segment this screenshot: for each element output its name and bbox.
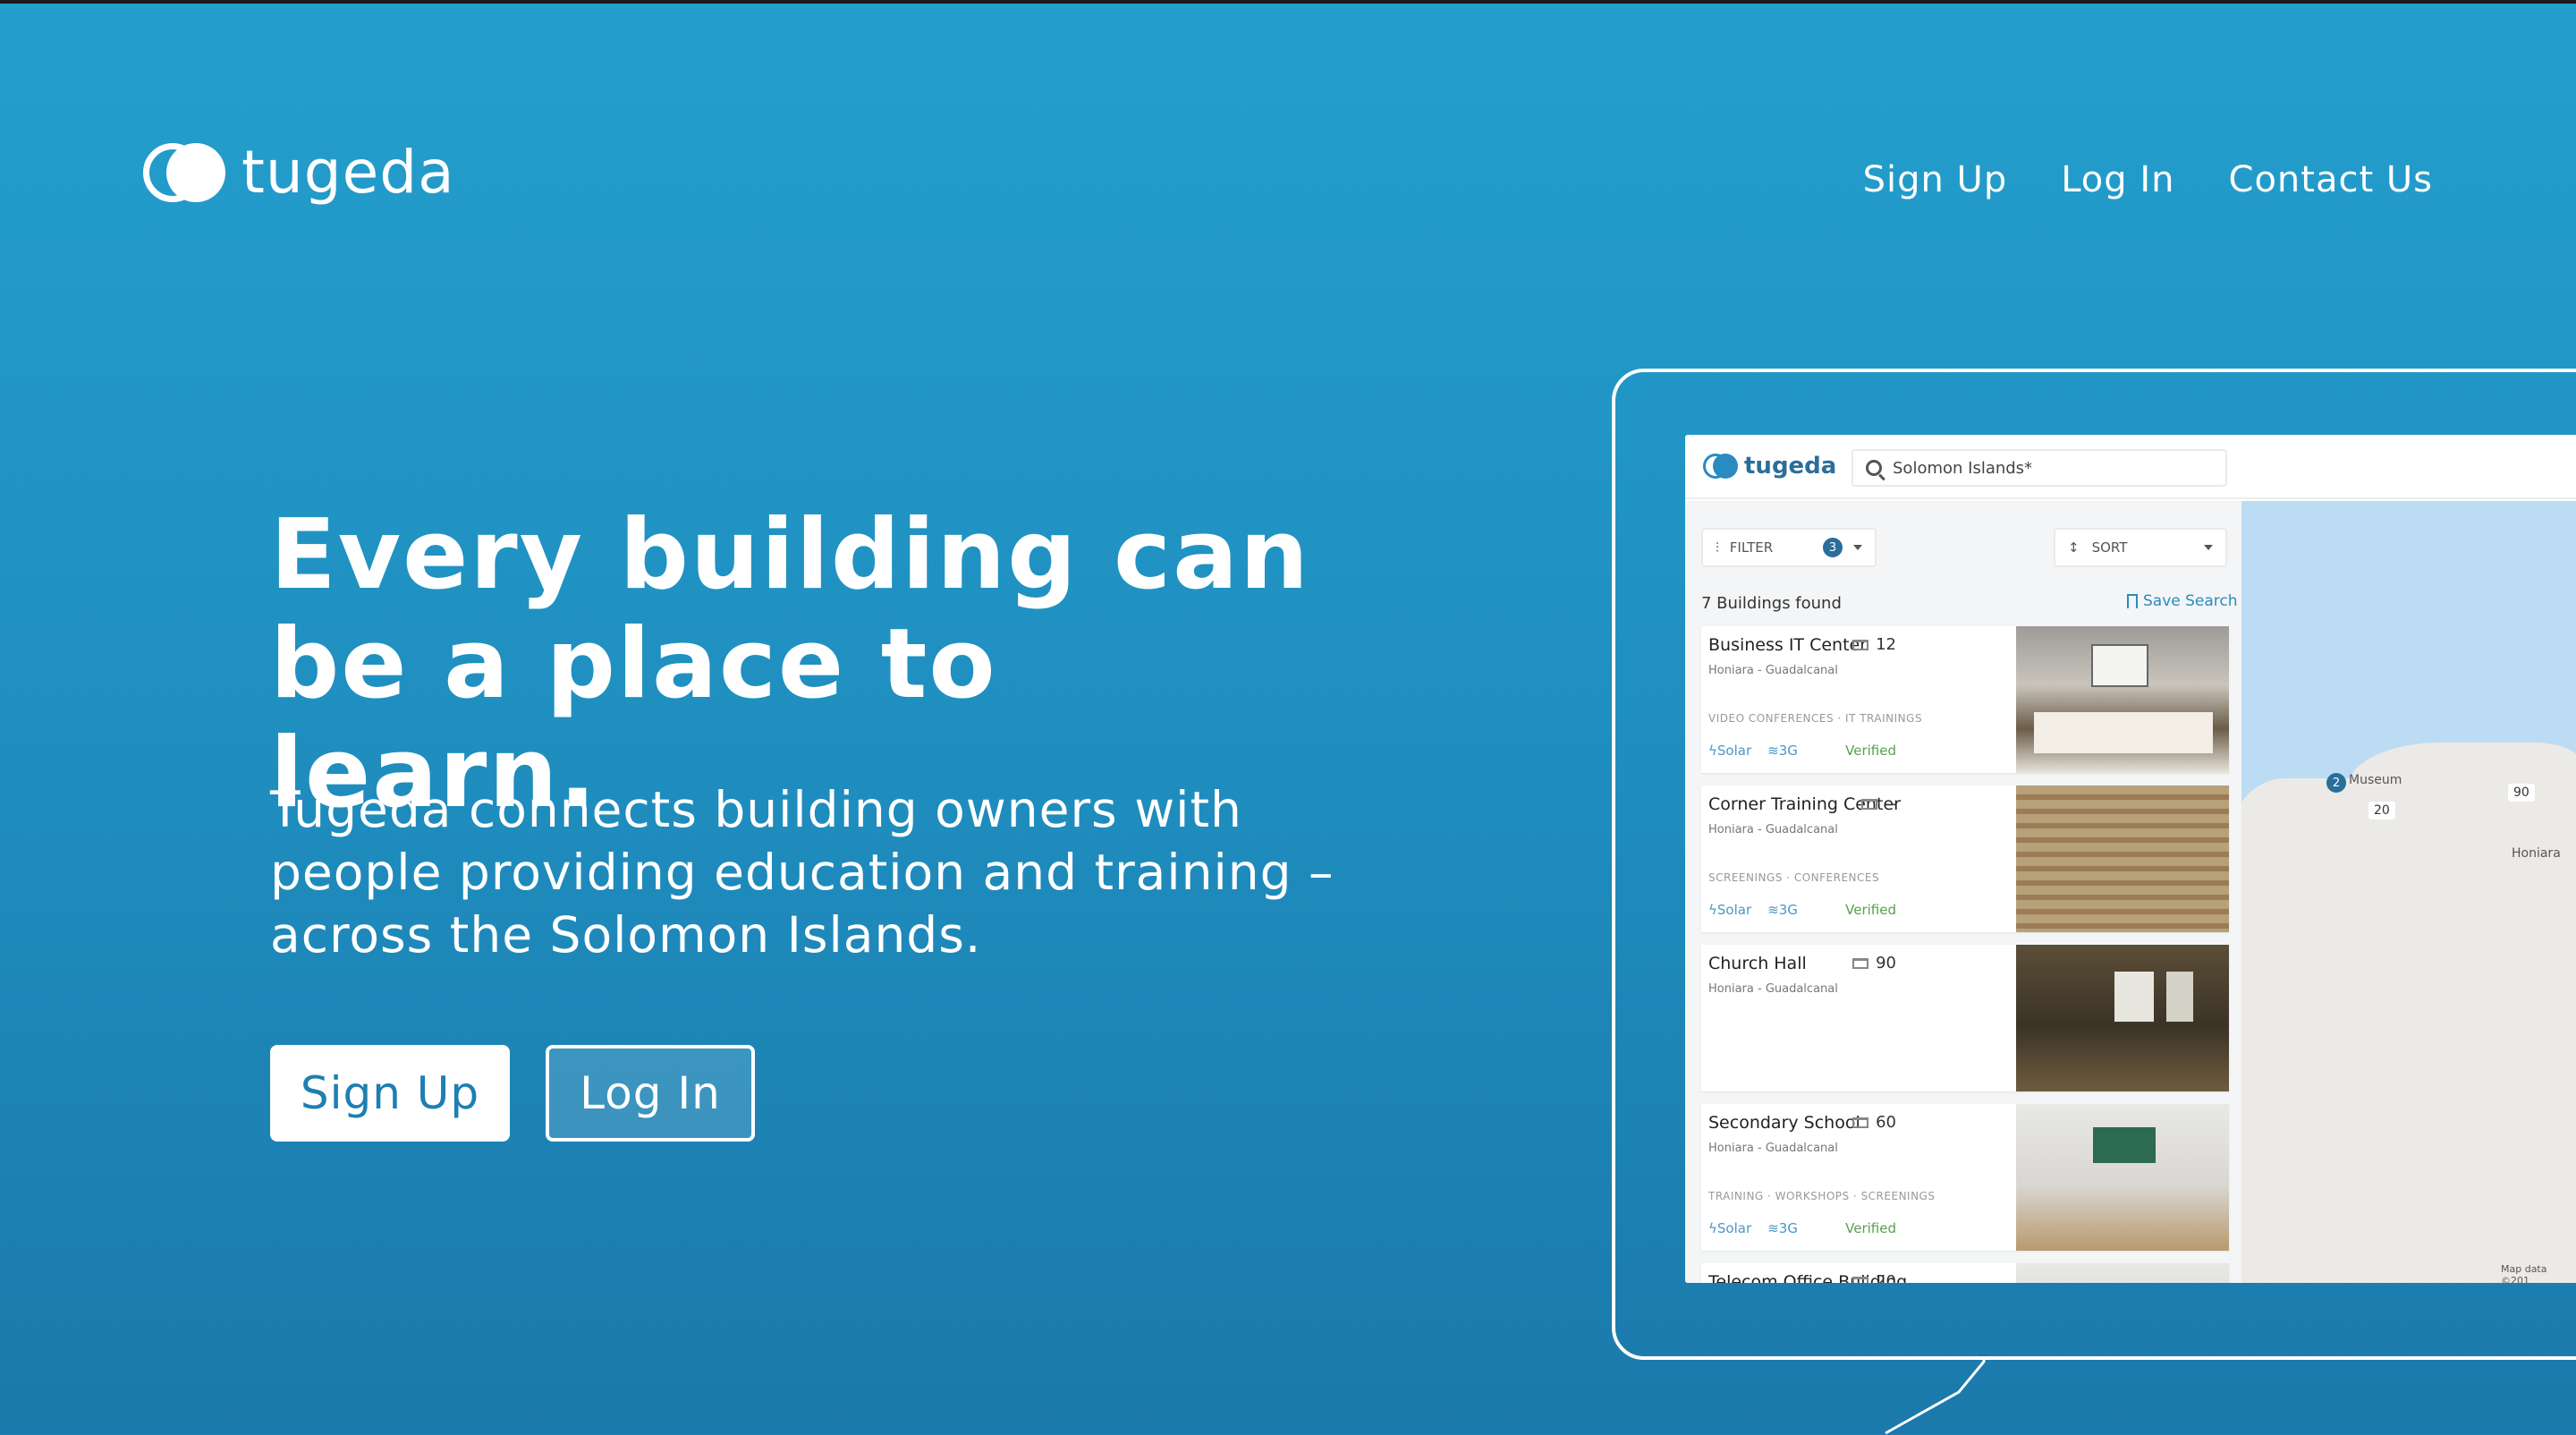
hero-login-button[interactable]: Log In <box>546 1045 755 1142</box>
bolt-icon: ϟ <box>1708 902 1717 918</box>
listing-capacity: 20 <box>1852 1272 1896 1283</box>
app-logo-text: tugeda <box>1744 453 1837 480</box>
listing-location: Honiara - Guadalcanal <box>1708 1142 1838 1155</box>
listing-capacity: 90 <box>1852 954 1896 972</box>
results-count: 7 Buildings found <box>1701 594 1842 613</box>
solar-feature: ϟSolar <box>1708 902 1752 918</box>
brand-logo[interactable]: tugeda <box>143 143 455 202</box>
network-feature: ≋3G <box>1767 743 1798 759</box>
listing-location: Honiara - Guadalcanal <box>1708 823 1838 836</box>
chevron-down-icon <box>2204 545 2213 550</box>
nav-signup-link[interactable]: Sign Up <box>1863 159 2008 200</box>
capacity-value: 20 <box>1876 1272 1896 1283</box>
bookmark-icon <box>2127 594 2138 608</box>
listing-card: Telecom Office Building 20 <box>1701 1263 2229 1283</box>
app-logo: tugeda <box>1703 453 1836 480</box>
verified-badge: Verified <box>1845 1220 1896 1236</box>
solar-feature: ϟSolar <box>1708 1220 1752 1236</box>
top-border <box>0 0 2576 4</box>
app-screenshot: tugeda Solomon Islands* ⫶ FILTER 3 ↕ SOR… <box>1685 435 2576 1283</box>
map-city-label: Honiara <box>2512 846 2561 861</box>
listing-name: Church Hall <box>1708 954 1807 973</box>
sort-icon: ↕ <box>2068 539 2080 556</box>
bolt-icon: ϟ <box>1708 1220 1717 1236</box>
brand-name: tugeda <box>242 138 455 207</box>
filter-count-badge: 3 <box>1823 538 1843 557</box>
search-icon <box>1866 460 1882 476</box>
verified-badge: Verified <box>1845 902 1896 918</box>
bolt-icon: ϟ <box>1708 743 1717 759</box>
solar-feature: ϟSolar <box>1708 743 1752 759</box>
results-list: ⫶ FILTER 3 ↕ SORT 7 Buildings found Save… <box>1685 501 2241 1283</box>
seats-icon <box>1861 798 1877 810</box>
listing-card: Corner Training Center -- Honiara - Guad… <box>1701 785 2229 932</box>
listing-photo <box>2016 945 2229 1091</box>
capacity-value: 12 <box>1876 635 1896 654</box>
listing-features: ϟSolar ≋3G <box>1708 902 1798 918</box>
listing-photo <box>2016 626 2229 773</box>
hero-signup-button[interactable]: Sign Up <box>270 1045 510 1142</box>
app-search-value: Solomon Islands* <box>1893 458 2033 478</box>
listing-name: Secondary School <box>1708 1113 1860 1133</box>
device-stand-line <box>1885 1356 1986 1435</box>
save-search-link: Save Search <box>2127 592 2238 610</box>
top-nav: Sign Up Log In Contact Us <box>1863 159 2433 200</box>
capacity-value: 90 <box>1876 954 1896 972</box>
listing-tags: TRAINING · WORKSHOPS · SCREENINGS <box>1708 1190 1936 1202</box>
hero-subtitle: Tugeda connects building owners with peo… <box>270 781 1335 964</box>
listing-location: Honiara - Guadalcanal <box>1708 664 1838 677</box>
map-attribution: Map data ©201 <box>2501 1263 2547 1283</box>
listing-card: Church Hall 90 Honiara - Guadalcanal <box>1701 945 2229 1091</box>
listing-features: ϟSolar ≋3G <box>1708 743 1798 759</box>
save-search-label: Save Search <box>2143 592 2238 610</box>
sort-label: SORT <box>2091 539 2128 556</box>
listing-capacity: 60 <box>1852 1113 1896 1132</box>
map-view: 2 Museum 20 90 Honiara Map data ©201 <box>2241 501 2576 1283</box>
seats-icon <box>1852 639 1869 650</box>
listing-tags: SCREENINGS · CONFERENCES <box>1708 871 1880 884</box>
nav-login-link[interactable]: Log In <box>2061 159 2174 200</box>
filter-button: ⫶ FILTER 3 <box>1701 528 1877 567</box>
network-feature: ≋3G <box>1767 902 1798 918</box>
seats-icon <box>1852 1117 1869 1128</box>
listing-card: Secondary School 60 Honiara - Guadalcana… <box>1701 1104 2229 1251</box>
listing-name: Business IT Center <box>1708 635 1868 655</box>
listing-features: ϟSolar ≋3G <box>1708 1220 1798 1236</box>
network-feature: ≋3G <box>1767 1220 1798 1236</box>
map-capacity-badge: 20 <box>2368 802 2395 819</box>
listing-photo <box>2016 1104 2229 1251</box>
app-logo-icon <box>1703 454 1738 479</box>
map-cluster-pin: 2 <box>2326 773 2346 793</box>
verified-badge: Verified <box>1845 743 1896 759</box>
capacity-value: -- <box>1885 794 1896 813</box>
listing-photo <box>2016 785 2229 932</box>
capacity-value: 60 <box>1876 1113 1896 1132</box>
listing-tags: VIDEO CONFERENCES · IT TRAININGS <box>1708 712 1923 725</box>
filter-label: FILTER <box>1729 539 1774 556</box>
listing-card: Business IT Center 12 Honiara - Guadalca… <box>1701 626 2229 773</box>
wifi-icon: ≋ <box>1767 902 1779 918</box>
listing-location: Honiara - Guadalcanal <box>1708 982 1838 996</box>
map-land <box>2349 743 2576 850</box>
wifi-icon: ≋ <box>1767 1220 1779 1236</box>
listing-photo <box>2016 1263 2229 1283</box>
app-header: tugeda Solomon Islands* <box>1685 435 2576 499</box>
app-search-box: Solomon Islands* <box>1852 449 2227 487</box>
wifi-icon: ≋ <box>1767 743 1779 759</box>
map-museum-label: Museum <box>2349 773 2402 787</box>
listing-capacity: -- <box>1861 794 1896 813</box>
nav-contact-link[interactable]: Contact Us <box>2229 159 2433 200</box>
sort-button: ↕ SORT <box>2054 528 2227 567</box>
chevron-down-icon <box>1853 545 1862 550</box>
filter-icon: ⫶ <box>1716 539 1719 556</box>
listing-capacity: 12 <box>1852 635 1896 654</box>
seats-icon <box>1852 1276 1869 1283</box>
logo-rings-icon <box>143 143 225 202</box>
map-capacity-badge: 90 <box>2508 784 2535 802</box>
seats-icon <box>1852 957 1869 969</box>
